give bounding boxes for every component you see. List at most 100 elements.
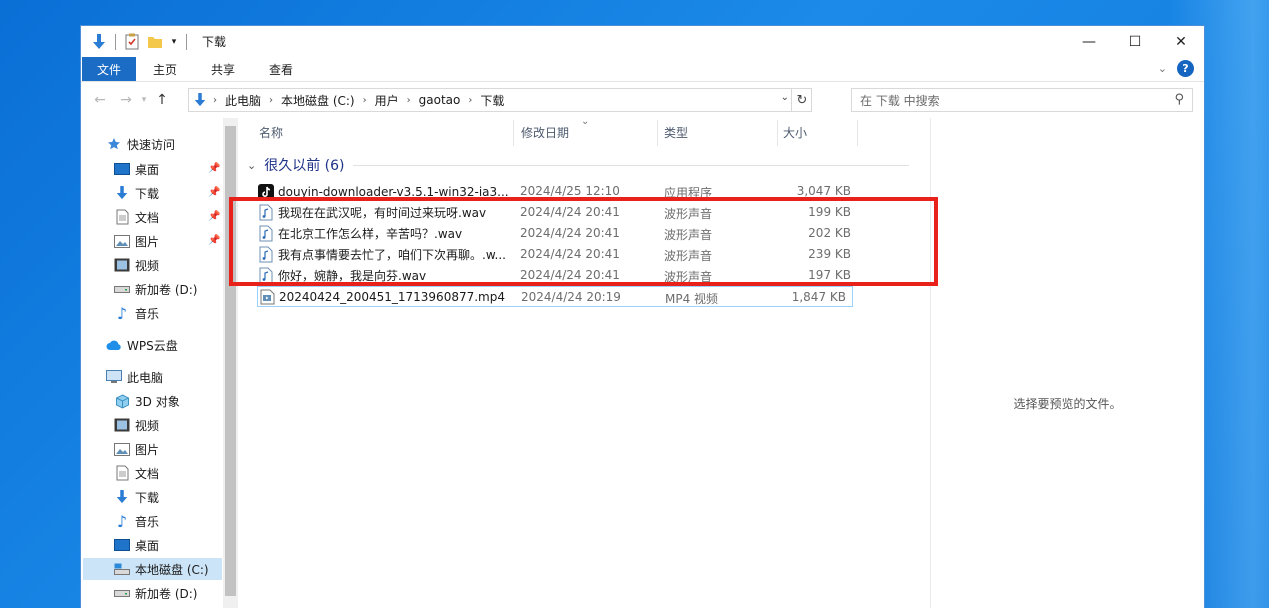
nav-label: 图片	[135, 234, 160, 249]
nav-music[interactable]: ♪ 音乐	[113, 302, 159, 324]
title-bar: ▾ 下载 — ☐ ✕	[81, 26, 1204, 57]
file-explorer-window: ▾ 下载 — ☐ ✕ 文件 主页 共享 查看 ⌄ ? ← → ▾ ↑ › 此电脑…	[80, 25, 1205, 608]
file-type: MP4 视频	[665, 292, 719, 306]
tab-home[interactable]: 主页	[136, 57, 194, 81]
nav-drive-d-pc[interactable]: 新加卷 (D:)	[113, 582, 197, 604]
address-bar[interactable]: › 此电脑 › 本地磁盘 (C:) › 用户 › gaotao › 下载 ⌄ ↻	[188, 88, 812, 112]
column-header-name[interactable]: 名称	[239, 118, 283, 146]
file-date: 2024/4/25 12:10	[520, 184, 620, 198]
nav-desktop[interactable]: 桌面	[113, 158, 159, 180]
highlight-box	[229, 197, 938, 286]
nav-label: 下载	[135, 490, 160, 505]
document-icon	[113, 209, 131, 225]
forward-arrow-icon[interactable]: →	[115, 92, 137, 108]
tab-share[interactable]: 共享	[194, 57, 252, 81]
file-row[interactable]: 20240424_200451_1713960877.mp4 2024/4/24 …	[257, 286, 853, 307]
expand-ribbon-icon[interactable]: ⌄	[1158, 62, 1167, 75]
recent-locations-icon[interactable]: ▾	[137, 95, 151, 105]
help-icon[interactable]: ?	[1177, 60, 1194, 77]
nav-label: 文档	[135, 210, 160, 225]
nav-videos-pc[interactable]: 视频	[113, 414, 159, 436]
back-arrow-icon[interactable]: ←	[89, 92, 111, 108]
nav-pictures-pc[interactable]: 图片	[113, 438, 159, 460]
download-arrow-icon	[113, 489, 131, 505]
computer-icon	[105, 369, 123, 385]
properties-icon[interactable]	[123, 33, 141, 51]
file-size: 3,047 KB	[796, 184, 851, 198]
column-divider[interactable]	[857, 120, 858, 146]
customize-toolbar-icon[interactable]: ▾	[169, 33, 179, 51]
nav-pictures[interactable]: 图片	[113, 230, 159, 252]
minimize-button[interactable]: —	[1066, 26, 1112, 57]
breadcrumb-local-disk[interactable]: 本地磁盘 (C:)	[281, 92, 355, 109]
nav-scrollbar[interactable]	[223, 118, 238, 608]
column-header-date[interactable]: 修改日期	[501, 118, 569, 146]
quick-access-toolbar: ▾ 下载	[81, 33, 226, 51]
desktop-icon	[113, 537, 131, 553]
column-header-type[interactable]: 类型	[644, 118, 688, 146]
nav-3d-objects[interactable]: 3D 对象	[113, 390, 180, 412]
nav-local-disk-c[interactable]: 本地磁盘 (C:)	[83, 558, 222, 580]
tab-view[interactable]: 查看	[252, 57, 310, 81]
nav-label: 文档	[135, 466, 160, 481]
chevron-right-icon[interactable]: ›	[363, 95, 367, 106]
nav-quick-access[interactable]: 快速访问	[105, 133, 175, 155]
nav-label: 视频	[135, 258, 160, 273]
nav-label: WPS云盘	[127, 338, 178, 353]
nav-documents-pc[interactable]: 文档	[113, 462, 159, 484]
nav-documents[interactable]: 文档	[113, 206, 159, 228]
breadcrumb-user[interactable]: gaotao	[419, 93, 461, 107]
chevron-right-icon[interactable]: ›	[407, 95, 411, 106]
chevron-right-icon[interactable]: ›	[269, 95, 273, 106]
tab-file[interactable]: 文件	[82, 57, 137, 81]
breadcrumb: › 此电脑 › 本地磁盘 (C:) › 用户 › gaotao › 下载	[213, 92, 504, 109]
file-name: 20240424_200451_1713960877.mp4	[279, 289, 505, 304]
location-download-icon	[193, 92, 207, 108]
nav-videos[interactable]: 视频	[113, 254, 159, 276]
video-file-icon	[258, 288, 275, 305]
nav-this-pc[interactable]: 此电脑	[105, 366, 163, 388]
breadcrumb-users[interactable]: 用户	[375, 92, 399, 109]
nav-wps-cloud[interactable]: WPS云盘	[105, 334, 178, 356]
content-area: 快速访问 桌面 📌 下载 📌 文档 📌 图片 📌 视频 新加卷 (D:) ♪ 音…	[81, 116, 1204, 608]
nav-label: 新加卷 (D:)	[135, 586, 198, 601]
nav-downloads[interactable]: 下载	[113, 182, 159, 204]
maximize-button[interactable]: ☐	[1112, 26, 1158, 57]
navigation-pane: 快速访问 桌面 📌 下载 📌 文档 📌 图片 📌 视频 新加卷 (D:) ♪ 音…	[81, 118, 239, 608]
pin-icon: 📌	[208, 163, 221, 174]
breadcrumb-downloads[interactable]: 下载	[480, 92, 504, 109]
group-header[interactable]: ⌄ 很久以前 (6)	[247, 155, 909, 175]
nav-desktop-pc[interactable]: 桌面	[113, 534, 159, 556]
chevron-down-icon[interactable]: ⌄	[781, 92, 789, 103]
star-icon	[105, 136, 123, 152]
chevron-right-icon: ›	[213, 94, 217, 106]
nav-label: 快速访问	[127, 137, 176, 152]
pin-icon: 📌	[208, 211, 221, 222]
chevron-right-icon[interactable]: ›	[468, 95, 472, 106]
breadcrumb-this-pc[interactable]: 此电脑	[225, 92, 261, 109]
chevron-down-icon[interactable]: ⌄	[247, 159, 256, 172]
refresh-icon[interactable]: ↻	[791, 88, 812, 112]
search-placeholder: 在 下载 中搜索	[860, 93, 940, 108]
group-label: 很久以前 (6)	[264, 158, 345, 174]
system-drive-icon	[113, 561, 131, 577]
nav-label: 本地磁盘 (C:)	[135, 562, 209, 577]
preview-message: 选择要预览的文件。	[1013, 397, 1122, 411]
column-header-size[interactable]: 大小	[763, 118, 807, 146]
up-arrow-icon[interactable]: ↑	[151, 92, 173, 108]
download-arrow-icon[interactable]	[90, 33, 108, 51]
nav-drive-d[interactable]: 新加卷 (D:)	[113, 278, 197, 300]
search-icon: ⚲	[1174, 92, 1184, 107]
search-input[interactable]: 在 下载 中搜索 ⚲	[851, 88, 1193, 112]
nav-downloads-pc[interactable]: 下载	[113, 486, 159, 508]
preview-pane: 选择要预览的文件。	[930, 118, 1204, 608]
video-icon	[113, 417, 131, 433]
nav-label: 桌面	[135, 538, 160, 553]
cube-icon	[113, 393, 131, 409]
drive-icon	[113, 585, 131, 601]
close-button[interactable]: ✕	[1158, 26, 1204, 57]
new-folder-icon[interactable]	[146, 33, 164, 51]
window-title: 下载	[202, 35, 227, 49]
nav-music-pc[interactable]: ♪ 音乐	[113, 510, 159, 532]
cloud-icon	[105, 337, 123, 353]
